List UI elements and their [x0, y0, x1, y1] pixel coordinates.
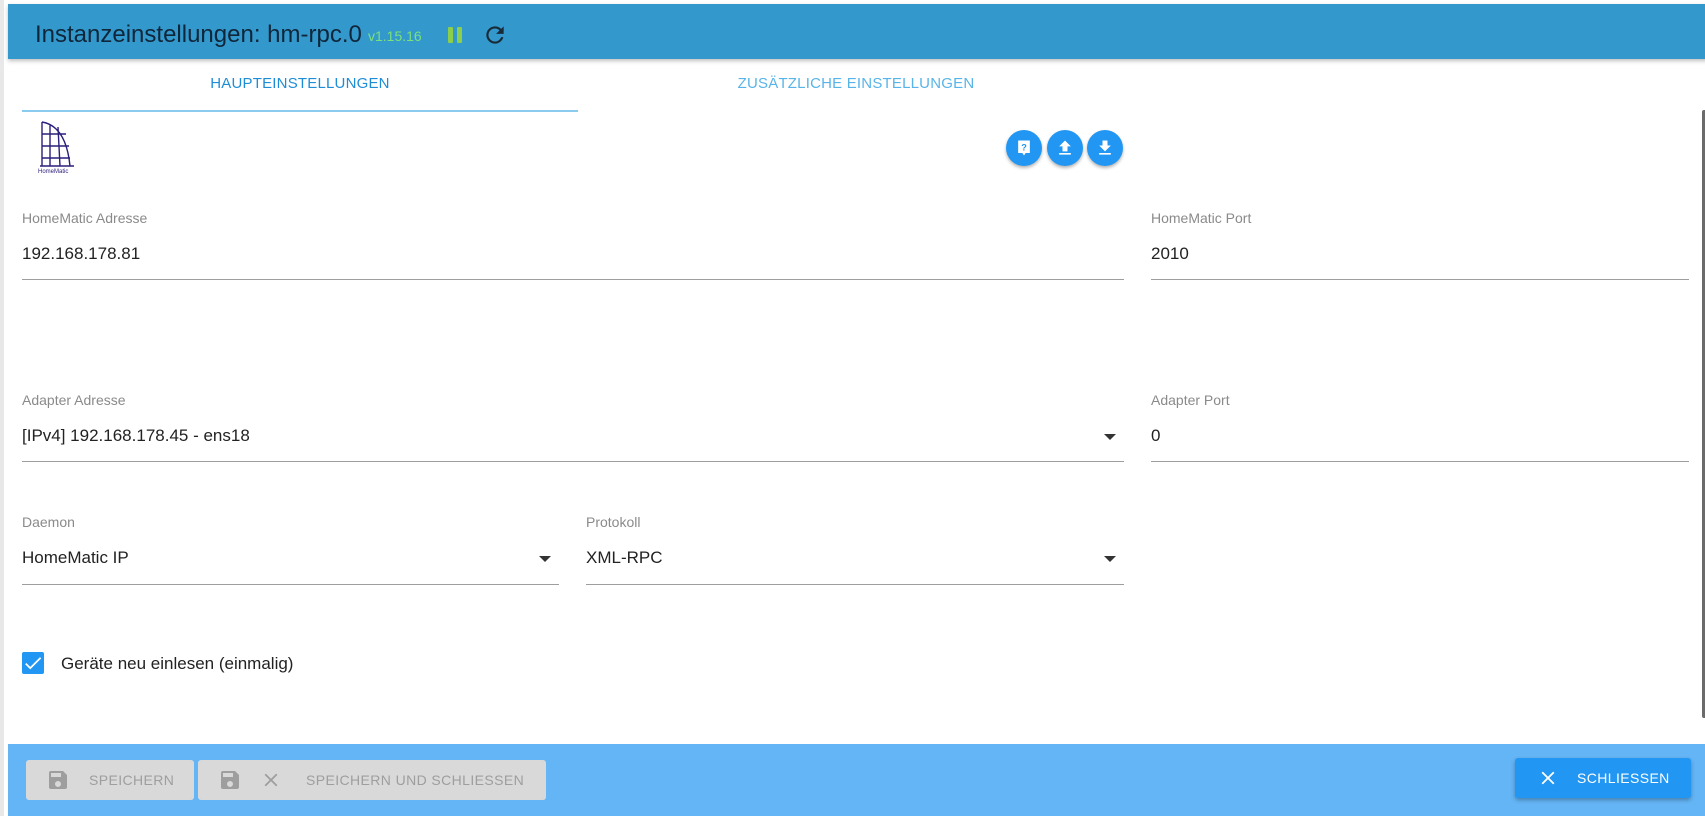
close-icon: [260, 769, 282, 791]
upload-icon: [1059, 140, 1071, 155]
title-bar: Instanzeinstellungen: hm-rpc.0 v1.15.16: [8, 4, 1705, 59]
download-button[interactable]: [1087, 130, 1123, 166]
dialog-title: Instanzeinstellungen: hm-rpc.0: [35, 21, 362, 48]
homematic-address-field[interactable]: HomeMatic Adresse 192.168.178.81: [22, 210, 1124, 280]
save-and-close-button[interactable]: SPEICHERN UND SCHLIESSEN: [198, 760, 546, 800]
adapter-address-label: Adapter Adresse: [22, 392, 126, 408]
save-button[interactable]: SPEICHERN: [26, 760, 194, 800]
save-and-close-label: SPEICHERN UND SCHLIESSEN: [306, 772, 525, 788]
adapter-port-field[interactable]: Adapter Port 0: [1151, 392, 1689, 462]
help-icon: ?: [1018, 140, 1030, 156]
reload-icon[interactable]: [482, 22, 508, 48]
homematic-port-field[interactable]: HomeMatic Port 2010: [1151, 210, 1689, 280]
download-icon: [1099, 140, 1111, 155]
daemon-value[interactable]: HomeMatic IP: [22, 548, 129, 568]
svg-text:?: ?: [1021, 143, 1027, 153]
adapter-address-value[interactable]: [IPv4] 192.168.178.45 - ens18: [22, 426, 250, 446]
adapter-address-select[interactable]: Adapter Adresse [IPv4] 192.168.178.45 - …: [22, 392, 1124, 462]
save-icon: [218, 768, 242, 792]
version-badge: v1.15.16: [368, 28, 422, 44]
check-icon: [25, 657, 42, 670]
homematic-address-label: HomeMatic Adresse: [22, 210, 148, 226]
field-underline: [22, 461, 1124, 462]
homematic-port-input[interactable]: 2010: [1151, 244, 1189, 264]
reread-devices-checkbox[interactable]: [22, 652, 44, 674]
field-underline: [586, 584, 1124, 585]
footer-bar: SPEICHERN SPEICHERN UND SCHLIESSEN SCHLI…: [8, 744, 1705, 816]
upload-button[interactable]: [1047, 130, 1083, 166]
field-underline: [22, 279, 1124, 280]
close-label: SCHLIESSEN: [1577, 770, 1670, 786]
field-underline: [22, 584, 559, 585]
save-icon: [46, 768, 70, 792]
tab-indicator: [22, 110, 578, 112]
field-underline: [1151, 279, 1689, 280]
tab-additional-settings[interactable]: ZUSÄTZLICHE EINSTELLUNGEN: [578, 62, 1134, 112]
adapter-port-input[interactable]: 0: [1151, 426, 1160, 446]
tab-bar: HAUPTEINSTELLUNGEN ZUSÄTZLICHE EINSTELLU…: [22, 62, 1134, 112]
save-label: SPEICHERN: [89, 772, 175, 788]
tab-main-settings[interactable]: HAUPTEINSTELLUNGEN: [22, 62, 578, 112]
logo-text: HomeMatic: [38, 169, 68, 175]
help-button[interactable]: ?: [1006, 130, 1042, 166]
dialog: Instanzeinstellungen: hm-rpc.0 v1.15.16 …: [0, 0, 1705, 816]
daemon-select[interactable]: Daemon HomeMatic IP: [22, 514, 559, 585]
protocol-value[interactable]: XML-RPC: [586, 548, 663, 568]
adapter-port-label: Adapter Port: [1151, 392, 1230, 408]
reread-devices-label: Geräte neu einlesen (einmalig): [61, 654, 294, 673]
homematic-address-input[interactable]: 192.168.178.81: [22, 244, 140, 264]
close-icon: [1537, 767, 1559, 789]
close-button[interactable]: SCHLIESSEN: [1515, 758, 1691, 798]
protocol-select[interactable]: Protokoll XML-RPC: [586, 514, 1124, 585]
homematic-port-label: HomeMatic Port: [1151, 210, 1252, 226]
daemon-label: Daemon: [22, 514, 75, 530]
dropdown-arrow-icon[interactable]: [539, 556, 551, 562]
dropdown-arrow-icon[interactable]: [1104, 434, 1116, 440]
protocol-label: Protokoll: [586, 514, 641, 530]
pause-icon[interactable]: [445, 25, 465, 45]
field-underline: [1151, 461, 1689, 462]
homematic-logo: HomeMatic: [36, 120, 78, 176]
dropdown-arrow-icon[interactable]: [1104, 556, 1116, 562]
